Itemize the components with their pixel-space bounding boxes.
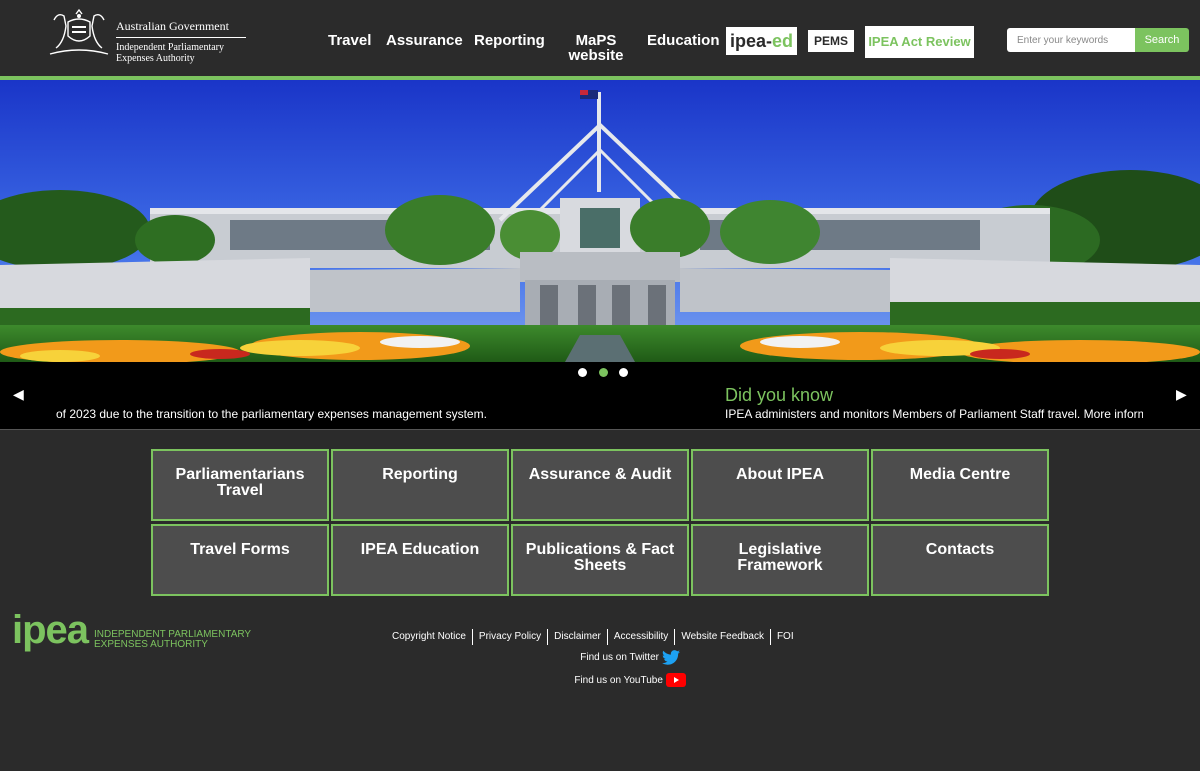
ipea-ed-link[interactable]: ipea-ed [726,27,797,55]
nav-maps-website[interactable]: MaPS website [565,33,627,63]
footer-link-privacy[interactable]: Privacy Policy [471,629,547,645]
tile-media-centre[interactable]: Media Centre [871,449,1049,521]
australian-government-logo[interactable]: Australian Government Independent Parlia… [46,8,256,68]
tile-label-line1: IPEA Education [360,541,480,558]
nav-education[interactable]: Education [647,33,720,48]
footer-logo-word: ipea [12,608,89,652]
tile-label-line2: Sheets [573,557,627,574]
carousel-prev-icon[interactable]: ◀ [13,386,24,403]
ipea-ed-part2: ed [772,31,794,51]
carousel-dots [578,368,628,378]
quick-links-grid: Parliamentarians Travel Reporting Assura… [151,449,1049,597]
site-header: Australian Government Independent Parlia… [0,0,1200,80]
tile-label-line1: Parliamentarians [175,466,305,483]
tile-label-line1: Contacts [925,541,995,558]
tile-contacts[interactable]: Contacts [871,524,1049,596]
twitter-link[interactable]: Find us on Twitter [560,649,700,667]
footer-link-accessibility[interactable]: Accessibility [606,629,674,645]
tile-ipea-education[interactable]: IPEA Education [331,524,509,596]
carousel-slide-text: of 2023 due to the transition to the par… [56,407,487,421]
tile-reporting[interactable]: Reporting [331,449,509,521]
nav-maps-line2: website [568,47,624,64]
hero-image [0,80,1200,362]
twitter-icon [661,649,680,665]
nav-reporting[interactable]: Reporting [474,33,545,48]
youtube-label: Find us on YouTube [574,675,663,686]
footer-links: Copyright Notice Privacy Policy Disclaimer… [386,626,800,645]
tile-assurance-audit[interactable]: Assurance & Audit [511,449,689,521]
gov-title: Australian Government [116,19,229,33]
footer-logo-text: INDEPENDENT PARLIAMENTARY EXPENSES AUTHO… [94,630,251,650]
logo-divider [116,37,246,38]
carousel-dot-1[interactable] [578,368,587,377]
tile-publications-fact-sheets[interactable]: Publications & Fact Sheets [511,524,689,596]
tile-legislative-framework[interactable]: Legislative Framework [691,524,869,596]
tile-label-line2: Framework [737,557,823,574]
tile-parliamentarians-travel[interactable]: Parliamentarians Travel [151,449,329,521]
tile-label-line1: Assurance & Audit [528,466,672,483]
pems-link[interactable]: PEMS [808,30,854,52]
footer-link-feedback[interactable]: Website Feedback [674,629,770,645]
ipea-act-review-link[interactable]: IPEA Act Review [865,26,974,58]
tile-label-line1: Travel Forms [190,541,290,558]
footer-ipea-logo[interactable]: ipea INDEPENDENT PARLIAMENTARY EXPENSES … [12,608,272,658]
search-button[interactable]: Search [1135,28,1189,52]
carousel-next-icon[interactable]: ▶ [1176,386,1187,403]
search-input[interactable] [1007,28,1135,52]
did-you-know-text[interactable]: IPEA administers and monitors Members of… [725,407,1143,421]
tile-label-line1: Reporting [382,466,458,483]
tile-label-line1: Legislative [738,541,822,558]
tile-label-line1: Publications & Fact [525,541,675,558]
youtube-icon [665,673,686,688]
footer-link-disclaimer[interactable]: Disclaimer [547,629,607,645]
tile-about-ipea[interactable]: About IPEA [691,449,869,521]
tile-label-line1: Media Centre [909,466,1011,483]
footer-link-foi[interactable]: FOI [769,629,800,645]
nav-travel[interactable]: Travel [328,33,371,48]
footer-logo-line2: EXPENSES AUTHORITY [94,639,208,650]
tile-label-line2: Travel [216,482,264,499]
carousel-dot-3[interactable] [619,368,628,377]
did-you-know-title: Did you know [725,385,834,405]
search-form: Search [1007,28,1189,52]
carousel-dot-2[interactable] [599,368,608,377]
nav-maps-line1: MaPS [575,32,617,49]
tile-travel-forms[interactable]: Travel Forms [151,524,329,596]
youtube-link[interactable]: Find us on YouTube [560,672,700,690]
org-name-line2: Expenses Authority [116,53,195,64]
org-name: Independent Parliamentary Expenses Autho… [116,42,224,64]
tile-label-line1: About IPEA [736,466,824,483]
parliament-house-image [0,80,1200,362]
news-carousel: ◀ ▶ of 2023 due to the transition to the… [0,362,1200,430]
org-name-line1: Independent Parliamentary [116,42,225,53]
nav-assurance[interactable]: Assurance [386,33,463,48]
coat-of-arms-icon [49,8,109,55]
twitter-label: Find us on Twitter [580,652,659,663]
ipea-ed-part1: ipea- [729,31,772,51]
footer-link-copyright[interactable]: Copyright Notice [386,629,472,645]
